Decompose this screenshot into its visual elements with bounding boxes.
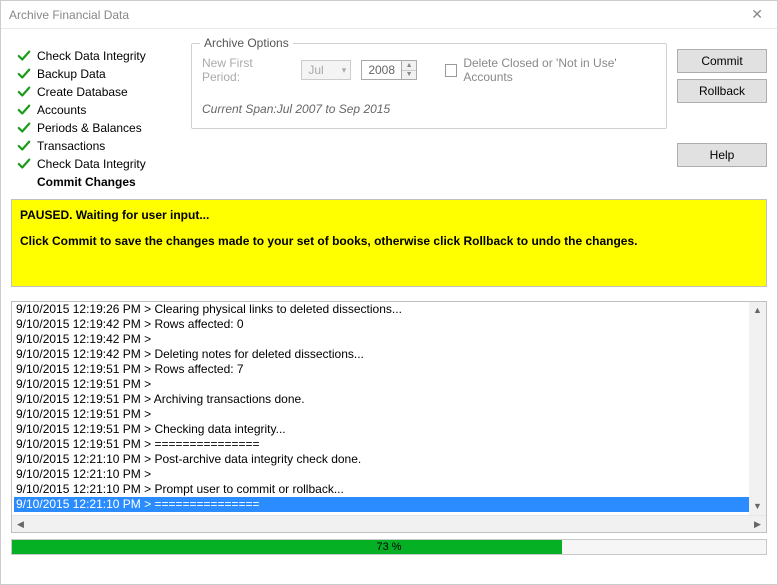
log-line[interactable]: 9/10/2015 12:21:10 PM > =============== [14,497,766,512]
step-label: Transactions [37,139,105,153]
log-line[interactable]: 9/10/2015 12:21:10 PM > Prompt user to c… [14,482,766,497]
log-line[interactable]: 9/10/2015 12:19:26 PM > Clearing physica… [14,302,766,317]
checkbox-box-icon [445,64,457,77]
year-value: 2008 [362,61,402,79]
spinner-up-icon[interactable]: ▲ [402,61,416,71]
spinner-down-icon[interactable]: ▼ [402,71,416,80]
notice-line2: Click Commit to save the changes made to… [20,234,758,248]
step-label: Periods & Balances [37,121,142,135]
horizontal-scrollbar[interactable]: ◀ ▶ [12,515,766,532]
progress-bar: 73 % [11,539,767,555]
step-item: Check Data Integrity [11,155,181,173]
rollback-button[interactable]: Rollback [677,79,767,103]
notice-line1: PAUSED. Waiting for user input... [20,208,758,222]
log-line[interactable]: 9/10/2015 12:19:51 PM > =============== [14,437,766,452]
delete-accounts-label: Delete Closed or 'Not in Use' Accounts [463,56,656,84]
progress-label: 73 % [12,540,766,554]
log-line[interactable]: 9/10/2015 12:19:42 PM > Deleting notes f… [14,347,766,362]
log-line[interactable]: 9/10/2015 12:21:10 PM > [14,467,766,482]
commit-button[interactable]: Commit [677,49,767,73]
step-label: Check Data Integrity [37,157,146,171]
step-item: Periods & Balances [11,119,181,137]
vertical-scrollbar[interactable]: ▲ ▼ [749,302,766,515]
log-panel: 9/10/2015 12:19:26 PM > Clearing physica… [11,301,767,533]
delete-accounts-checkbox[interactable]: Delete Closed or 'Not in Use' Accounts [445,56,656,84]
current-span-text: Current Span:Jul 2007 to Sep 2015 [202,102,656,116]
step-label: Backup Data [37,67,106,81]
help-button[interactable]: Help [677,143,767,167]
log-line[interactable]: 9/10/2015 12:19:51 PM > Archiving transa… [14,392,766,407]
pause-notice: PAUSED. Waiting for user input... Click … [11,199,767,287]
step-label: Commit Changes [37,175,136,189]
step-item: Accounts [11,101,181,119]
archive-options-group: Archive Options New First Period: Jul ▾ … [191,43,667,129]
step-label: Accounts [37,103,86,117]
check-icon [17,121,31,135]
log-line[interactable]: 9/10/2015 12:19:51 PM > Rows affected: 7 [14,362,766,377]
scroll-left-icon[interactable]: ◀ [12,516,29,532]
steps-list: Check Data Integrity Backup Data Create Da… [11,35,181,191]
top-row: Check Data Integrity Backup Data Create Da… [11,35,767,191]
scroll-right-icon[interactable]: ▶ [749,516,766,532]
log-line[interactable]: 9/10/2015 12:19:51 PM > Checking data in… [14,422,766,437]
scroll-down-icon[interactable]: ▼ [749,498,766,515]
chevron-down-icon: ▾ [342,65,347,76]
step-item: Create Database [11,83,181,101]
log-lines[interactable]: 9/10/2015 12:19:26 PM > Clearing physica… [12,302,766,515]
check-icon [17,85,31,99]
titlebar: Archive Financial Data ✕ [1,1,777,29]
log-line[interactable]: 9/10/2015 12:19:51 PM > [14,377,766,392]
period-row: New First Period: Jul ▾ 2008 ▲ ▼ [202,56,656,84]
archive-window: Archive Financial Data ✕ Check Data Inte… [0,0,778,585]
new-first-period-label: New First Period: [202,56,291,84]
check-icon [17,157,31,171]
log-line[interactable]: 9/10/2015 12:19:51 PM > [14,407,766,422]
scroll-up-icon[interactable]: ▲ [749,302,766,319]
log-line[interactable]: 9/10/2015 12:19:42 PM > Rows affected: 0 [14,317,766,332]
archive-options-legend: Archive Options [200,36,293,50]
window-body: Check Data Integrity Backup Data Create Da… [1,29,777,584]
check-icon [17,49,31,63]
check-icon [17,103,31,117]
step-label: Create Database [37,85,128,99]
step-item: Backup Data [11,65,181,83]
check-icon [17,139,31,153]
log-line[interactable]: 9/10/2015 12:21:10 PM > Post-archive dat… [14,452,766,467]
log-line[interactable]: 9/10/2015 12:19:42 PM > [14,332,766,347]
month-value: Jul [308,63,323,77]
step-label: Check Data Integrity [37,49,146,63]
step-item: Transactions [11,137,181,155]
year-spinner[interactable]: 2008 ▲ ▼ [361,60,417,80]
close-icon[interactable]: ✕ [745,4,769,25]
check-icon [17,175,31,189]
button-spacer [677,109,767,137]
check-icon [17,67,31,81]
step-item: Check Data Integrity [11,47,181,65]
window-title: Archive Financial Data [9,8,129,22]
month-combo[interactable]: Jul ▾ [301,60,351,80]
step-item: Commit Changes [11,173,181,191]
spinner-buttons: ▲ ▼ [402,61,416,79]
action-buttons: Commit Rollback Help [677,35,767,191]
options-column: Archive Options New First Period: Jul ▾ … [191,35,667,191]
